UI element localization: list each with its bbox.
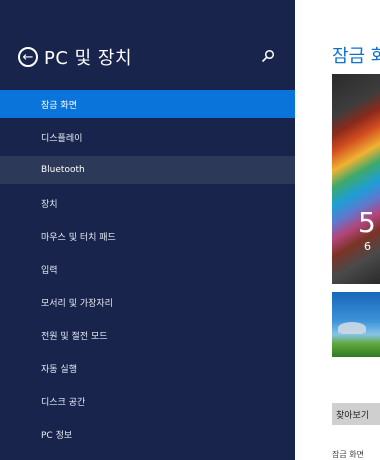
sidebar-nav: 잠금 화면 디스플레이 Bluetooth 장치 마우스 및 터치 패드 입력 … <box>0 90 295 453</box>
sidebar-item-corners-edges[interactable]: 모서리 및 가장자리 <box>0 288 295 316</box>
sidebar-item-label: 장치 <box>41 199 58 210</box>
search-icon[interactable] <box>261 49 277 65</box>
sidebar-item-lock-screen[interactable]: 잠금 화면 <box>0 90 295 118</box>
page-title: PC 및 장치 <box>44 48 133 69</box>
sidebar-item-devices[interactable]: 장치 <box>0 189 295 217</box>
sidebar-item-label: 모서리 및 가장자리 <box>41 298 113 309</box>
preview-time: 5 <box>358 206 376 239</box>
sidebar-item-bluetooth[interactable]: Bluetooth <box>0 156 295 184</box>
browse-button[interactable]: 찾아보기 <box>332 403 380 425</box>
lock-screen-preview: 5 6 <box>332 74 380 284</box>
thumbnail-cloud-shape <box>338 322 366 334</box>
section-label: 잠금 화면 <box>332 450 364 459</box>
sidebar-item-mouse-touchpad[interactable]: 마우스 및 터치 패드 <box>0 222 295 250</box>
sidebar-item-label: PC 정보 <box>41 430 73 441</box>
sidebar-item-typing[interactable]: 입력 <box>0 255 295 283</box>
sidebar-header: ← PC 및 장치 <box>18 42 277 72</box>
sidebar-item-label: 디스플레이 <box>41 133 83 144</box>
back-arrow-icon[interactable]: ← <box>18 47 38 67</box>
sidebar-item-label: 디스크 공간 <box>41 397 86 408</box>
sidebar-item-label: 자동 실행 <box>41 364 77 375</box>
content-pane: 잠금 화면 5 6 찾아보기 잠금 화면 <box>295 0 380 460</box>
content-title: 잠금 화면 <box>332 46 380 67</box>
preview-date: 6 <box>364 240 371 253</box>
sidebar-item-label: 전원 및 절전 모드 <box>41 331 108 342</box>
sidebar-item-disk-space[interactable]: 디스크 공간 <box>0 387 295 415</box>
sidebar-item-power-sleep[interactable]: 전원 및 절전 모드 <box>0 321 295 349</box>
sidebar-item-pc-info[interactable]: PC 정보 <box>0 420 295 448</box>
settings-sidebar: ← PC 및 장치 잠금 화면 디스플레이 Bluetooth 장치 마우스 및… <box>0 0 295 460</box>
sidebar-item-display[interactable]: 디스플레이 <box>0 123 295 151</box>
background-thumbnail[interactable] <box>332 292 380 357</box>
sidebar-item-autoplay[interactable]: 자동 실행 <box>0 354 295 382</box>
sidebar-item-label: 입력 <box>41 265 58 276</box>
sidebar-item-label: Bluetooth <box>41 165 85 175</box>
sidebar-item-label: 마우스 및 터치 패드 <box>41 232 116 243</box>
sidebar-item-label: 잠금 화면 <box>41 100 77 111</box>
